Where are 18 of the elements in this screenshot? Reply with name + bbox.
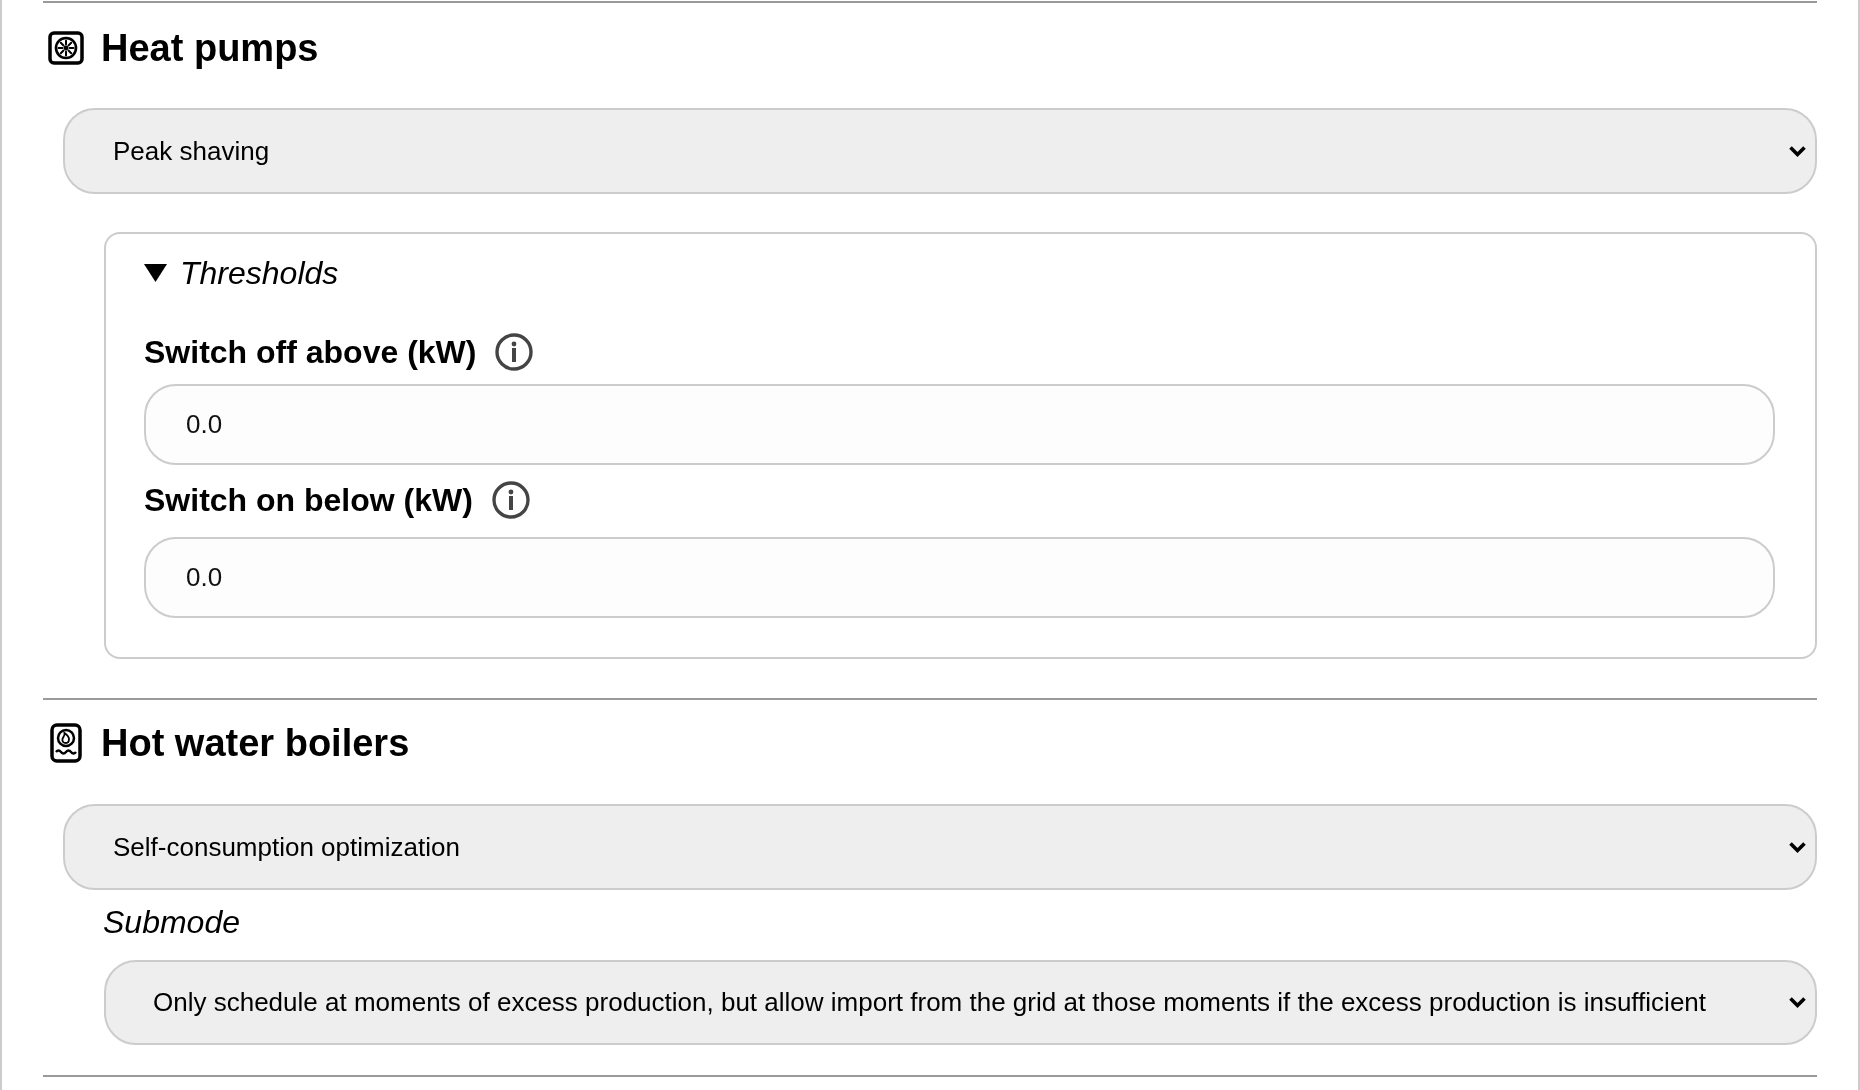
thresholds-toggle[interactable]: Thresholds (144, 253, 339, 293)
field-label: Switch on below (kW) (144, 481, 473, 520)
submode-label: Submode (103, 903, 240, 942)
chevron-down-icon (1788, 144, 1807, 158)
section-heading: Heat pumps (101, 26, 319, 71)
mode-select[interactable]: Peak shaving (63, 108, 1817, 194)
mode-select[interactable]: Self-consumption optimization (63, 804, 1817, 890)
number-input[interactable]: 0.0 (144, 384, 1775, 465)
info-icon[interactable] (495, 333, 534, 371)
number-input[interactable]: 0.0 (144, 537, 1775, 618)
boiler-icon (50, 723, 82, 763)
submode-select[interactable]: Only schedule at moments of excess production, but allow import from the grid at those moments if the excess production is insufficient (104, 960, 1817, 1045)
info-icon[interactable] (491, 481, 530, 519)
section-heading: Hot water boilers (101, 721, 410, 766)
chevron-down-icon (1788, 840, 1807, 854)
field-label: Switch off above (kW) (144, 333, 477, 372)
fan-icon (48, 31, 84, 65)
chevron-down-icon (1788, 996, 1807, 1009)
